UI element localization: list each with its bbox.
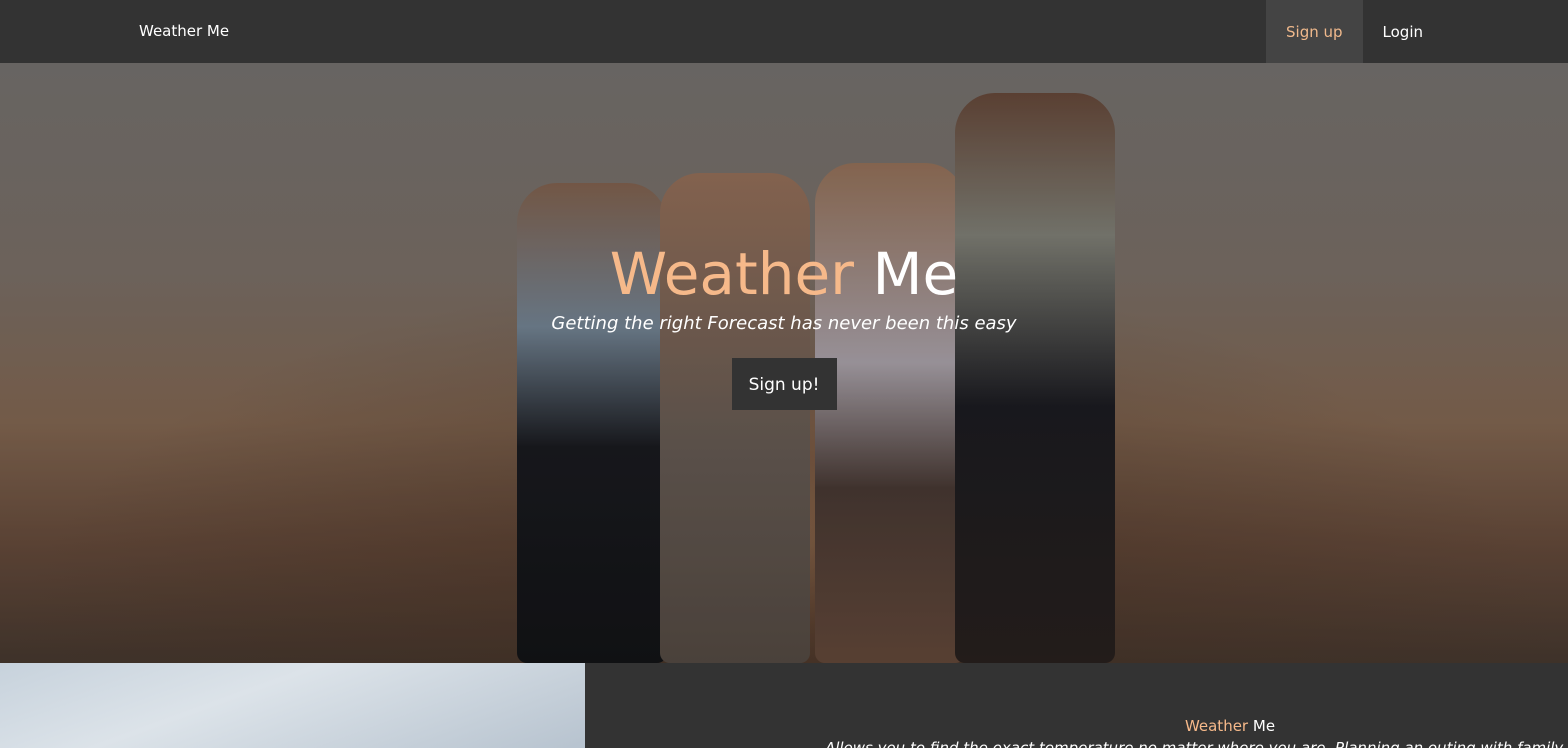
about-image (0, 663, 585, 748)
about-panel: Weather Me Allows you to find the exact … (585, 663, 1568, 748)
about-description: Allows you to find the exact temperature… (825, 739, 1568, 748)
about-title-accent: Weather (1184, 717, 1249, 735)
hero-title: Weather Me (0, 239, 1568, 309)
hero-title-accent: Weather (609, 240, 855, 308)
brand-link[interactable]: Weather Me (139, 21, 229, 41)
nav-login-link[interactable]: Login (1363, 0, 1443, 63)
top-navbar: Weather Me Sign up Login (0, 0, 1568, 63)
hero-title-rest: Me (872, 240, 959, 308)
hero-section: Weather Me Getting the right Forecast ha… (0, 63, 1568, 663)
nav-links: Sign up Login (1266, 0, 1443, 63)
about-title: Weather Me (585, 717, 1568, 735)
hero-content: Weather Me Getting the right Forecast ha… (0, 239, 1568, 410)
hero-signup-button[interactable]: Sign up! (731, 358, 837, 410)
hero-subtitle: Getting the right Forecast has never bee… (551, 313, 1017, 334)
about-title-rest: Me (1252, 717, 1276, 735)
nav-signup-link[interactable]: Sign up (1266, 0, 1363, 63)
